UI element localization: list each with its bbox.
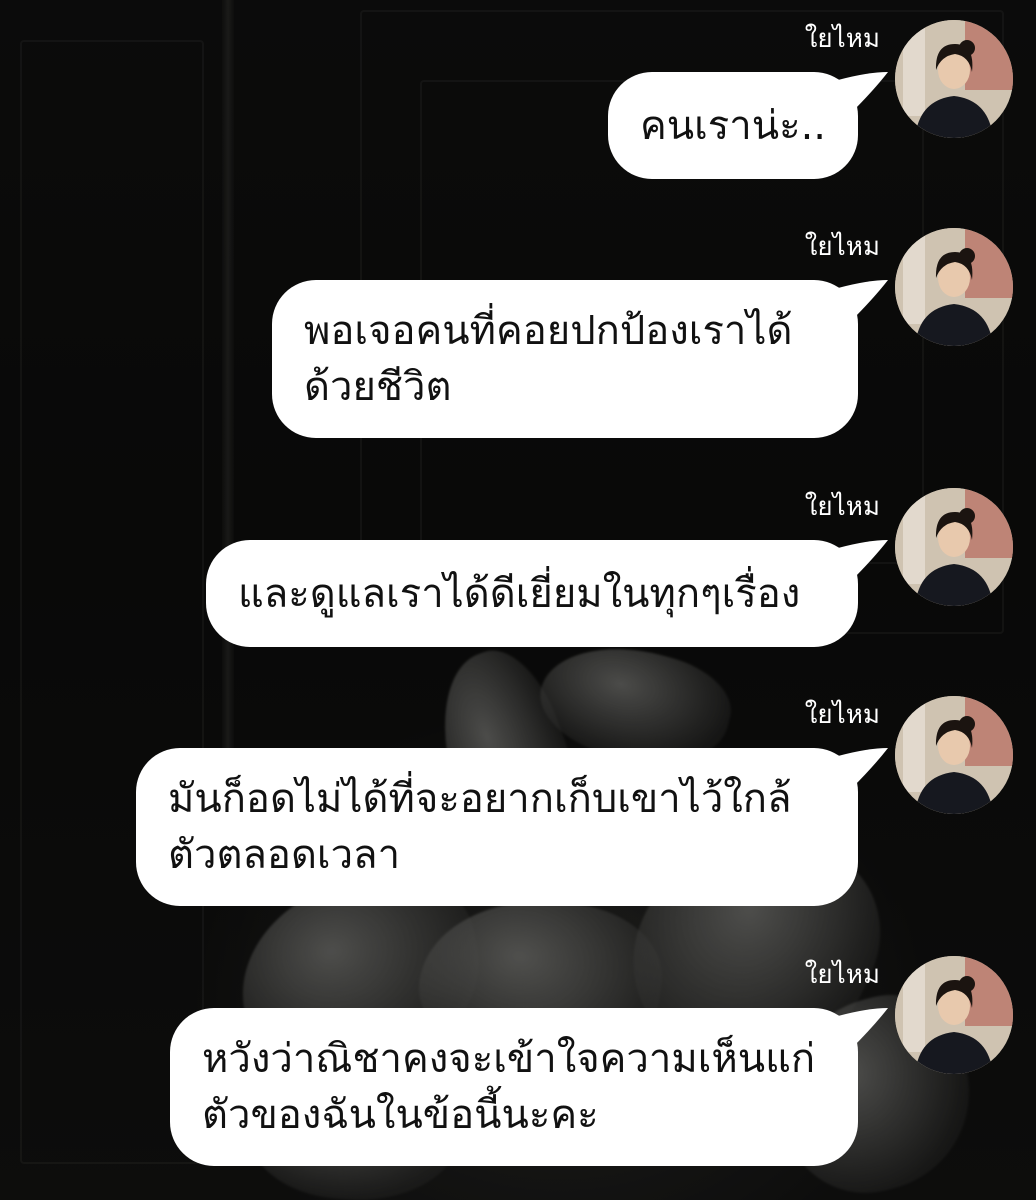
message-bubble[interactable]: หวังว่าณิชาคงจะเข้าใจความเห็นแก่ ตัวของฉ… (170, 1008, 888, 1166)
message-bubble[interactable]: มันก็อดไม่ได้ที่จะอยากเก็บเขาไว้ใกล้ ตัว… (136, 748, 888, 906)
bubble-tail-icon (838, 540, 888, 580)
message-text: หวังว่าณิชาคงจะเข้าใจความเห็นแก่ ตัวของฉ… (202, 1036, 816, 1138)
avatar-portrait-icon (895, 20, 1013, 138)
sender-name: ใยไหม (804, 24, 880, 54)
avatar[interactable] (895, 20, 1013, 138)
avatar[interactable] (895, 956, 1013, 1074)
avatar-portrait-icon (895, 488, 1013, 606)
message-bubble[interactable]: และดูแลเราได้ดีเยี่ยมในทุกๆเรื่อง (206, 540, 888, 647)
sender-name: ใยไหม (804, 492, 880, 522)
sender-name: ใยไหม (804, 700, 880, 730)
avatar-portrait-icon (895, 956, 1013, 1074)
avatar[interactable] (895, 488, 1013, 606)
bubble-tail-icon (838, 72, 888, 112)
message-text: พอเจอคนที่คอยปกป้องเราได้ ด้วยชีวิต (304, 308, 793, 410)
sender-name: ใยไหม (804, 960, 880, 990)
avatar[interactable] (895, 696, 1013, 814)
avatar-portrait-icon (895, 696, 1013, 814)
message-text: คนเราน่ะ.. (640, 102, 826, 149)
bubble-tail-icon (838, 280, 888, 320)
message-text: มันก็อดไม่ได้ที่จะอยากเก็บเขาไว้ใกล้ ตัว… (168, 776, 792, 878)
avatar[interactable] (895, 228, 1013, 346)
message-bubble[interactable]: คนเราน่ะ.. (608, 72, 888, 179)
bubble-tail-icon (838, 748, 888, 788)
avatar-portrait-icon (895, 228, 1013, 346)
sender-name: ใยไหม (804, 232, 880, 262)
message-text: และดูแลเราได้ดีเยี่ยมในทุกๆเรื่อง (238, 570, 801, 617)
bubble-tail-icon (838, 1008, 888, 1048)
message-bubble[interactable]: พอเจอคนที่คอยปกป้องเราได้ ด้วยชีวิต (272, 280, 888, 438)
